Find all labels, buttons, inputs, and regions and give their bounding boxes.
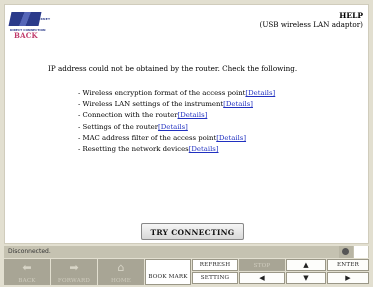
browser-toolbar: ⬅ BACK ➡ FORWARD ⌂ HOME BOOK MARK REFRES… (4, 259, 369, 285)
stop-button[interactable]: STOP (239, 259, 285, 271)
details-link[interactable]: [Details] (178, 111, 208, 119)
back-button[interactable]: ⬅ BACK (4, 259, 50, 285)
try-connecting-button[interactable]: TRY CONNECTING (141, 223, 244, 240)
refresh-button[interactable]: REFRESH (192, 259, 238, 271)
list-item: - Wireless LAN settings of the instrumen… (78, 100, 253, 109)
app-frame: INTERNET DIRECT CONNECTION HELP (USB wir… (0, 0, 373, 287)
status-bar: Disconnected. (4, 246, 369, 258)
left-arrow-icon: ◀ (259, 274, 265, 282)
help-page: INTERNET DIRECT CONNECTION HELP (USB wir… (4, 4, 369, 244)
error-message: IP address could not be obtained by the … (48, 64, 298, 73)
home-button[interactable]: ⌂ HOME (98, 259, 144, 285)
list-item: - Resetting the network devices[Details] (78, 145, 219, 154)
forward-button[interactable]: ➡ FORWARD (51, 259, 97, 285)
logo-text-1: INTERNET (32, 17, 51, 21)
details-link[interactable]: [Details] (158, 123, 188, 131)
back-arrow-icon: ⬅ (22, 261, 32, 274)
right-button[interactable]: ▶ (327, 272, 369, 284)
list-item: - MAC address filter of the access point… (78, 133, 247, 142)
up-arrow-icon: ▲ (303, 261, 309, 269)
down-arrow-icon: ▼ (303, 274, 309, 282)
enter-button[interactable]: ENTER (327, 259, 369, 271)
help-header: HELP (USB wireless LAN adaptor) (259, 11, 363, 29)
checklist: - Wireless encryption format of the acce… (78, 88, 275, 155)
record-icon[interactable] (339, 246, 353, 258)
forward-arrow-icon: ➡ (69, 261, 79, 274)
connection-status: Disconnected. (8, 248, 51, 255)
down-button[interactable]: ▼ (286, 272, 326, 284)
details-link[interactable]: [Details] (245, 89, 275, 97)
left-button[interactable]: ◀ (239, 272, 285, 284)
list-item: - Settings of the router[Details] (78, 122, 188, 131)
setting-button[interactable]: SETTING (192, 272, 238, 284)
details-link[interactable]: [Details] (223, 100, 253, 108)
back-link[interactable]: BACK (14, 31, 38, 40)
list-item: - Wireless encryption format of the acce… (78, 89, 276, 97)
details-link[interactable]: [Details] (189, 145, 219, 153)
page-subtitle: (USB wireless LAN adaptor) (259, 19, 363, 29)
list-item: - Connection with the router[Details] (78, 111, 208, 120)
status-blank-button[interactable] (354, 246, 368, 258)
bookmark-button[interactable]: BOOK MARK (145, 259, 191, 285)
details-link[interactable]: [Details] (216, 134, 246, 142)
home-icon: ⌂ (117, 261, 125, 274)
up-button[interactable]: ▲ (286, 259, 326, 271)
right-arrow-icon: ▶ (345, 274, 351, 282)
